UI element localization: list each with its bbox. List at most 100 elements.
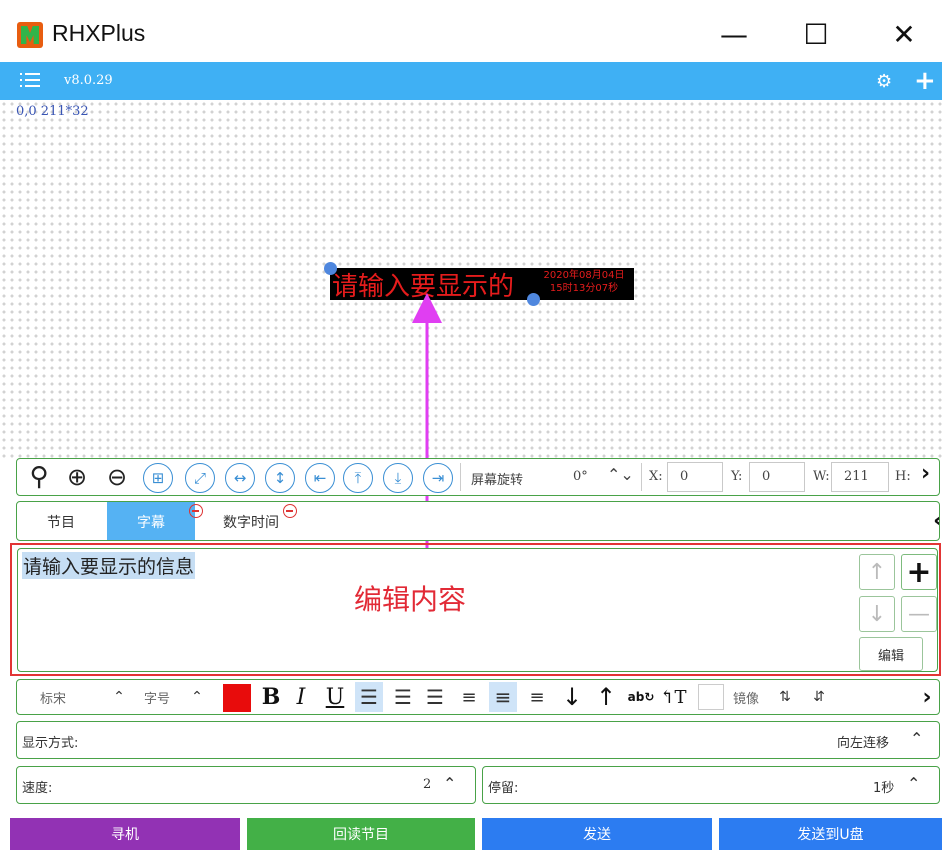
remove-item-icon[interactable]: —	[901, 596, 937, 632]
speed-spinner-icon[interactable]: ⌃	[443, 774, 456, 793]
canvas-coords: 0,0 211*32	[16, 104, 89, 119]
tab-subtitle[interactable]: 字幕	[107, 502, 195, 540]
app-bar: v8.0.29 ⚙ +	[0, 62, 942, 100]
size-label[interactable]: 字号	[141, 680, 173, 714]
editor-highlight-frame: 请输入要显示的信息 ↑ + ↓ — 编辑	[10, 543, 941, 676]
horizontal-expand-icon[interactable]: ↔	[225, 463, 255, 493]
divider	[460, 463, 461, 491]
send-to-usb-button[interactable]: 发送到U盘	[719, 818, 942, 850]
h-label: H:	[895, 469, 911, 484]
move-down-icon[interactable]: ↓	[859, 596, 895, 632]
format-toolbar: 标宋 ⌃ 字号 ⌃ B I U ☰ ☰ ☰ ≡ ≡ ≡ ↓ ↑ ab↻ ↰T 镜…	[16, 679, 940, 715]
valign-bottom-icon[interactable]: ≡	[525, 680, 549, 714]
vertical-expand-icon[interactable]: ↕	[265, 463, 295, 493]
rotate-text-icon[interactable]: ↰T	[659, 680, 687, 714]
canvas-toolbar: ⚲ ⊕ ⊖ ⊞ ⤢ ↔ ↕ ⇤ ⤒ ⤓ ⇥ 屏幕旋转 0° ⌃⌄ X: 0 Y:…	[16, 458, 940, 496]
stay-label: 停留:	[488, 781, 519, 796]
align-left-text-icon[interactable]: ☰	[355, 682, 383, 712]
swap-text-icon[interactable]: ab↻	[627, 680, 655, 714]
chevron-right-icon[interactable]: ›	[921, 461, 930, 486]
size-spinner-icon[interactable]: ⌃	[187, 680, 207, 714]
led-date: 2020年08月04日	[543, 270, 625, 281]
display-mode-row[interactable]: 显示方式: 向左连移 ⌃	[16, 721, 940, 759]
speed-value[interactable]: 2	[423, 777, 431, 792]
align-left-icon[interactable]: ⇤	[305, 463, 335, 493]
bold-button[interactable]: B	[259, 680, 283, 714]
version-label: v8.0.29	[64, 73, 113, 88]
program-tabs: 节目 字幕 数字时间 ‹	[16, 501, 940, 541]
font-select[interactable]: 标宋	[33, 680, 73, 714]
fit-screen-icon[interactable]: ⤢	[185, 463, 215, 493]
align-bottom-icon[interactable]: ⤓	[383, 463, 413, 493]
close-button[interactable]: ✕	[880, 14, 928, 54]
align-right-text-icon[interactable]: ☰	[421, 680, 449, 714]
content-editor[interactable]: 请输入要显示的信息 ↑ + ↓ — 编辑	[17, 548, 938, 672]
display-mode-label: 显示方式:	[22, 736, 79, 751]
maximize-button[interactable]: ☐	[792, 14, 840, 54]
move-up-icon[interactable]: ↑	[859, 554, 895, 590]
arrow-down-icon[interactable]: ↓	[559, 680, 585, 714]
align-top-icon[interactable]: ⤒	[343, 463, 373, 493]
find-device-button[interactable]: 寻机	[10, 818, 240, 850]
remove-digital-time-icon[interactable]	[283, 504, 297, 518]
remove-subtitle-icon[interactable]	[189, 504, 203, 518]
speed-label: 速度:	[22, 781, 53, 796]
valign-middle-icon[interactable]: ≡	[489, 682, 517, 712]
app-title: RHXPlus	[52, 20, 146, 46]
valign-top-icon[interactable]: ≡	[457, 680, 481, 714]
rotate-spinner-icon[interactable]: ⌃⌄	[607, 465, 634, 484]
stay-spinner-icon[interactable]: ⌃	[907, 774, 920, 793]
led-screen[interactable]: 请输入要显示的 2020年08月04日 15时13分07秒	[330, 268, 634, 300]
led-date-time: 2020年08月04日 15时13分07秒	[534, 269, 634, 295]
align-right-icon[interactable]: ⇥	[423, 463, 453, 493]
mirror-label[interactable]: 镜像	[729, 680, 763, 714]
read-back-button[interactable]: 回读节目	[247, 818, 475, 850]
search-icon[interactable]: ⚲	[23, 461, 55, 493]
led-scroll-text: 请输入要显示的	[332, 272, 515, 300]
y-field[interactable]: 0	[749, 462, 805, 492]
zoom-out-icon[interactable]: ⊖	[101, 461, 133, 493]
x-field[interactable]: 0	[667, 462, 723, 492]
display-mode-value[interactable]: 向左连移	[837, 732, 889, 751]
send-button[interactable]: 发送	[482, 818, 712, 850]
background-color-swatch[interactable]	[698, 684, 724, 710]
add-item-icon[interactable]: +	[901, 554, 937, 590]
zoom-in-icon[interactable]: ⊕	[61, 461, 93, 493]
stay-value[interactable]: 1秒	[873, 777, 894, 796]
x-label: X:	[649, 469, 663, 484]
minimize-button[interactable]: —	[710, 14, 758, 54]
menu-icon[interactable]	[20, 72, 40, 88]
app-logo-icon	[17, 22, 43, 48]
rotate-label: 屏幕旋转	[471, 473, 524, 488]
align-center-text-icon[interactable]: ☰	[389, 680, 417, 714]
italic-button[interactable]: I	[289, 680, 313, 714]
edit-button[interactable]: 编辑	[859, 637, 923, 671]
font-spinner-icon[interactable]: ⌃	[109, 680, 129, 714]
arrow-up-icon[interactable]: ↑	[593, 680, 619, 714]
annotation-label: 编辑内容	[354, 583, 467, 616]
settings-gear-icon[interactable]: ⚙	[876, 71, 892, 92]
resize-handle-top-left[interactable]	[324, 262, 337, 275]
tab-digital-time[interactable]: 数字时间	[211, 502, 291, 540]
title-bar: RHXPlus — ☐ ✕	[0, 0, 942, 62]
divider	[641, 463, 642, 491]
w-label: W:	[813, 469, 830, 484]
speed-row[interactable]: 速度: 2 ⌃	[16, 766, 476, 804]
stay-row[interactable]: 停留: 1秒 ⌃	[482, 766, 940, 804]
chevron-right-icon[interactable]: ›	[917, 680, 937, 714]
flip-vertical-alt-icon[interactable]: ⇵	[811, 680, 827, 714]
chevron-left-icon[interactable]: ‹	[933, 506, 939, 534]
w-field[interactable]: 211	[831, 462, 889, 492]
flip-vertical-icon[interactable]: ⇅	[777, 680, 793, 714]
tab-program[interactable]: 节目	[17, 502, 105, 540]
underline-button[interactable]: U	[323, 680, 347, 714]
editor-text[interactable]: 请输入要显示的信息	[22, 552, 196, 579]
y-label: Y:	[731, 469, 743, 484]
led-time: 15时13分07秒	[549, 283, 619, 294]
resize-handle-bottom-right[interactable]	[527, 293, 540, 306]
display-mode-spinner-icon[interactable]: ⌃	[910, 729, 923, 748]
rotate-value[interactable]: 0°	[573, 469, 588, 484]
grid-icon[interactable]: ⊞	[143, 463, 173, 493]
text-color-swatch[interactable]	[223, 684, 251, 712]
add-icon[interactable]: +	[914, 66, 936, 96]
